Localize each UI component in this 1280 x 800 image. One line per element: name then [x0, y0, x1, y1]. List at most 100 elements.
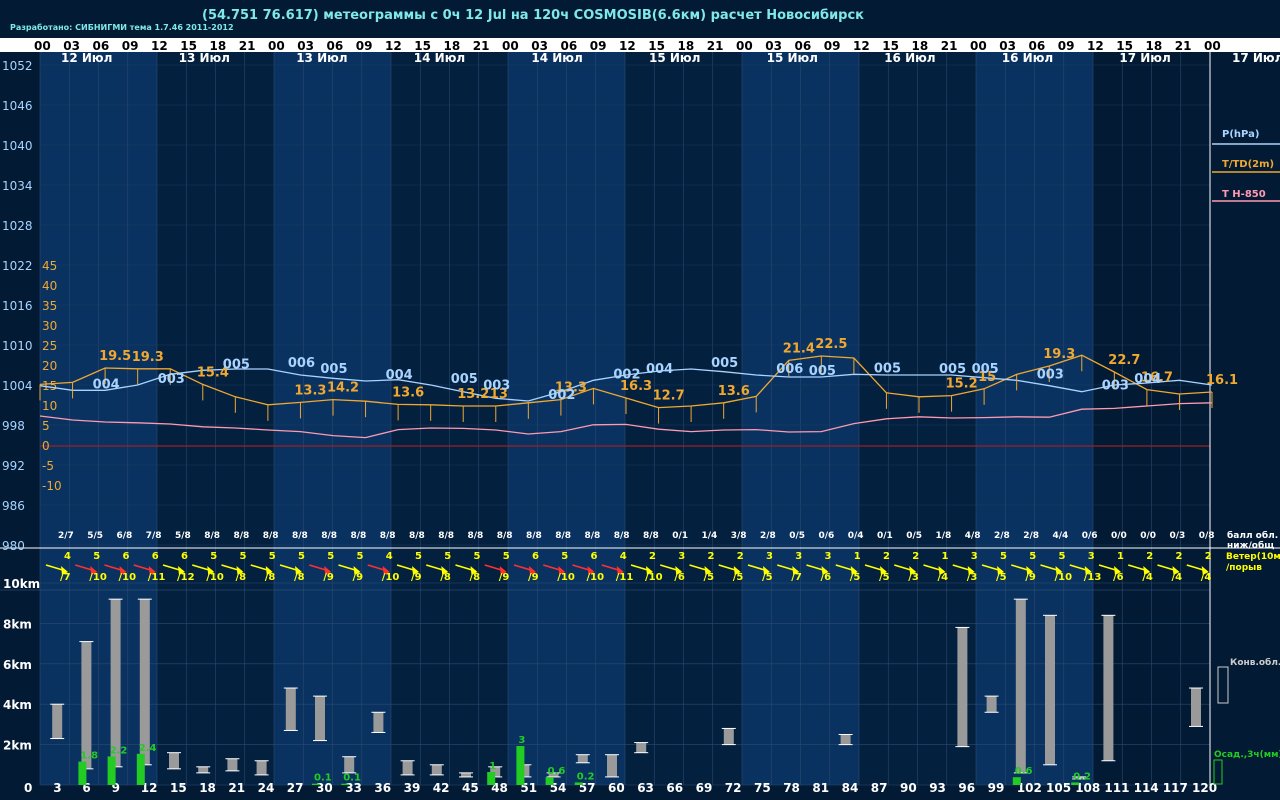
wind-gust-label: /9	[528, 572, 539, 583]
pressure-tick-label: 1010	[2, 339, 33, 353]
precip-value-label: 1	[489, 761, 496, 772]
pressure-value-label: 004	[93, 377, 120, 392]
precip-bar	[107, 756, 116, 785]
cloud-fraction-label: 0/4	[848, 531, 864, 541]
precip-value-label: 0.1	[343, 773, 361, 784]
cloud-fraction-label: 8/8	[497, 531, 513, 541]
hour-tick-label: 00	[970, 39, 987, 53]
wind-speed-label: 3	[795, 551, 802, 562]
cloud-fraction-label: 8/8	[585, 531, 601, 541]
hour-axis-label: 84	[842, 781, 859, 795]
wind-gust-label: /5	[996, 572, 1007, 583]
wind-gust-label: /8	[440, 572, 451, 583]
wind-gust-label: /9	[411, 572, 422, 583]
hour-axis-label: 117	[1163, 781, 1188, 795]
cloud-bar	[431, 764, 442, 775]
hour-axis-label: 3	[53, 781, 61, 795]
cloud-fraction-label: 8/8	[468, 531, 484, 541]
wind-gust-label: /10	[557, 572, 575, 583]
hour-tick-label: 09	[824, 39, 841, 53]
pressure-tick-label: 1040	[2, 139, 33, 153]
hour-tick-label: 21	[239, 39, 256, 53]
wind-gust-label: /11	[148, 572, 166, 583]
precip-bar	[1012, 777, 1021, 785]
wind-gust-label: /11	[616, 572, 634, 583]
hour-axis-label: 0	[24, 781, 32, 795]
pressure-tick-label: 1016	[2, 299, 33, 313]
precip-value-label: 0.6	[1015, 766, 1033, 777]
pressure-tick-label: 1028	[2, 219, 33, 233]
wind-speed-label: 3	[766, 551, 773, 562]
precip-bar	[574, 782, 583, 785]
cloud-fraction-label: 0/6	[1082, 531, 1098, 541]
hour-tick-label: 00	[502, 39, 519, 53]
temp-value-label: 19.3	[1043, 347, 1075, 362]
temp-tick-label: 40	[42, 279, 57, 293]
hour-tick-label: 12	[385, 39, 402, 53]
pressure-value-label: 006	[776, 362, 803, 377]
cloud-fraction-label: 0/3	[1170, 531, 1186, 541]
cloud-bar	[636, 742, 647, 753]
height-tick-label: 8km	[3, 617, 32, 631]
wind-speed-label: 5	[357, 551, 364, 562]
day-label: 16 Июл	[884, 51, 935, 65]
wind-gust-label: /12	[177, 572, 195, 583]
wind-gust-label: /8	[294, 572, 305, 583]
precip-value-label: 2.4	[139, 743, 157, 754]
legend-wind: Ветер(10м)	[1226, 552, 1280, 562]
temp-value-label: 22.7	[1108, 353, 1140, 368]
wind-gust-label: /4	[938, 572, 949, 583]
hour-tick-label: 09	[122, 39, 139, 53]
pressure-value-label: 002	[613, 367, 640, 382]
hour-axis-label: 78	[783, 781, 800, 795]
hour-tick-label: 00	[34, 39, 51, 53]
precip-bar	[516, 746, 525, 785]
precip-value-label: 1.8	[80, 751, 98, 762]
temp-tick-label: 30	[42, 319, 57, 333]
hour-tick-label: 09	[1058, 39, 1075, 53]
cloud-fraction-label: 6/8	[117, 531, 133, 541]
cloud-fraction-label: 3/8	[731, 531, 747, 541]
cloud-bar	[840, 734, 851, 745]
cloud-fraction-label: 2/8	[994, 531, 1010, 541]
cloud-bar	[402, 760, 413, 775]
hour-tick-label: 21	[707, 39, 724, 53]
cloud-bar	[461, 772, 471, 777]
precip-bar	[487, 772, 496, 785]
cloud-bar	[227, 758, 238, 771]
legend-label-pressure: P(hPa)	[1222, 129, 1259, 140]
wind-speed-label: 3	[971, 551, 978, 562]
wind-speed-label: 4	[64, 551, 71, 562]
wind-speed-label: 1	[854, 551, 861, 562]
temp-value-label: 19.3	[132, 350, 164, 365]
wind-speed-label: 5	[1029, 551, 1036, 562]
wind-gust-label: /7	[60, 572, 71, 583]
temp-tick-label: 45	[42, 259, 57, 273]
wind-gust-label: /10	[645, 572, 663, 583]
hour-axis-label: 39	[404, 781, 421, 795]
wind-speed-label: 2	[1176, 551, 1183, 562]
cloud-fraction-label: 8/8	[438, 531, 454, 541]
pressure-value-label: 004	[646, 362, 673, 377]
height-tick-label: 6km	[3, 658, 32, 672]
credit-text: Разработано: СИБНИГМИ тема 1.7.46 2011-2…	[10, 22, 234, 32]
hour-axis-label: 69	[696, 781, 713, 795]
cloud-fraction-label: 4/4	[1053, 531, 1069, 541]
hour-tick-label: 21	[941, 39, 958, 53]
wind-speed-label: 5	[327, 551, 334, 562]
cloud-bar	[1103, 615, 1114, 761]
wind-speed-label: 5	[298, 551, 305, 562]
wind-speed-label: 5	[444, 551, 451, 562]
wind-gust-label: /3	[967, 572, 978, 583]
cloud-fraction-label: 8/8	[555, 531, 571, 541]
wind-speed-label: 5	[269, 551, 276, 562]
temp-value-label: 12.7	[653, 389, 685, 404]
day-label: 15 Июл	[649, 51, 700, 65]
legend-label-t850: T H-850	[1222, 189, 1266, 200]
hour-tick-label: 00	[736, 39, 753, 53]
cloud-bar	[169, 752, 179, 769]
pressure-value-label: 002	[548, 388, 575, 403]
day-label: 17 Июл	[1232, 51, 1280, 65]
cloud-fraction-label: 0/0	[1111, 531, 1127, 541]
wind-gust-label: /4	[1172, 572, 1183, 583]
